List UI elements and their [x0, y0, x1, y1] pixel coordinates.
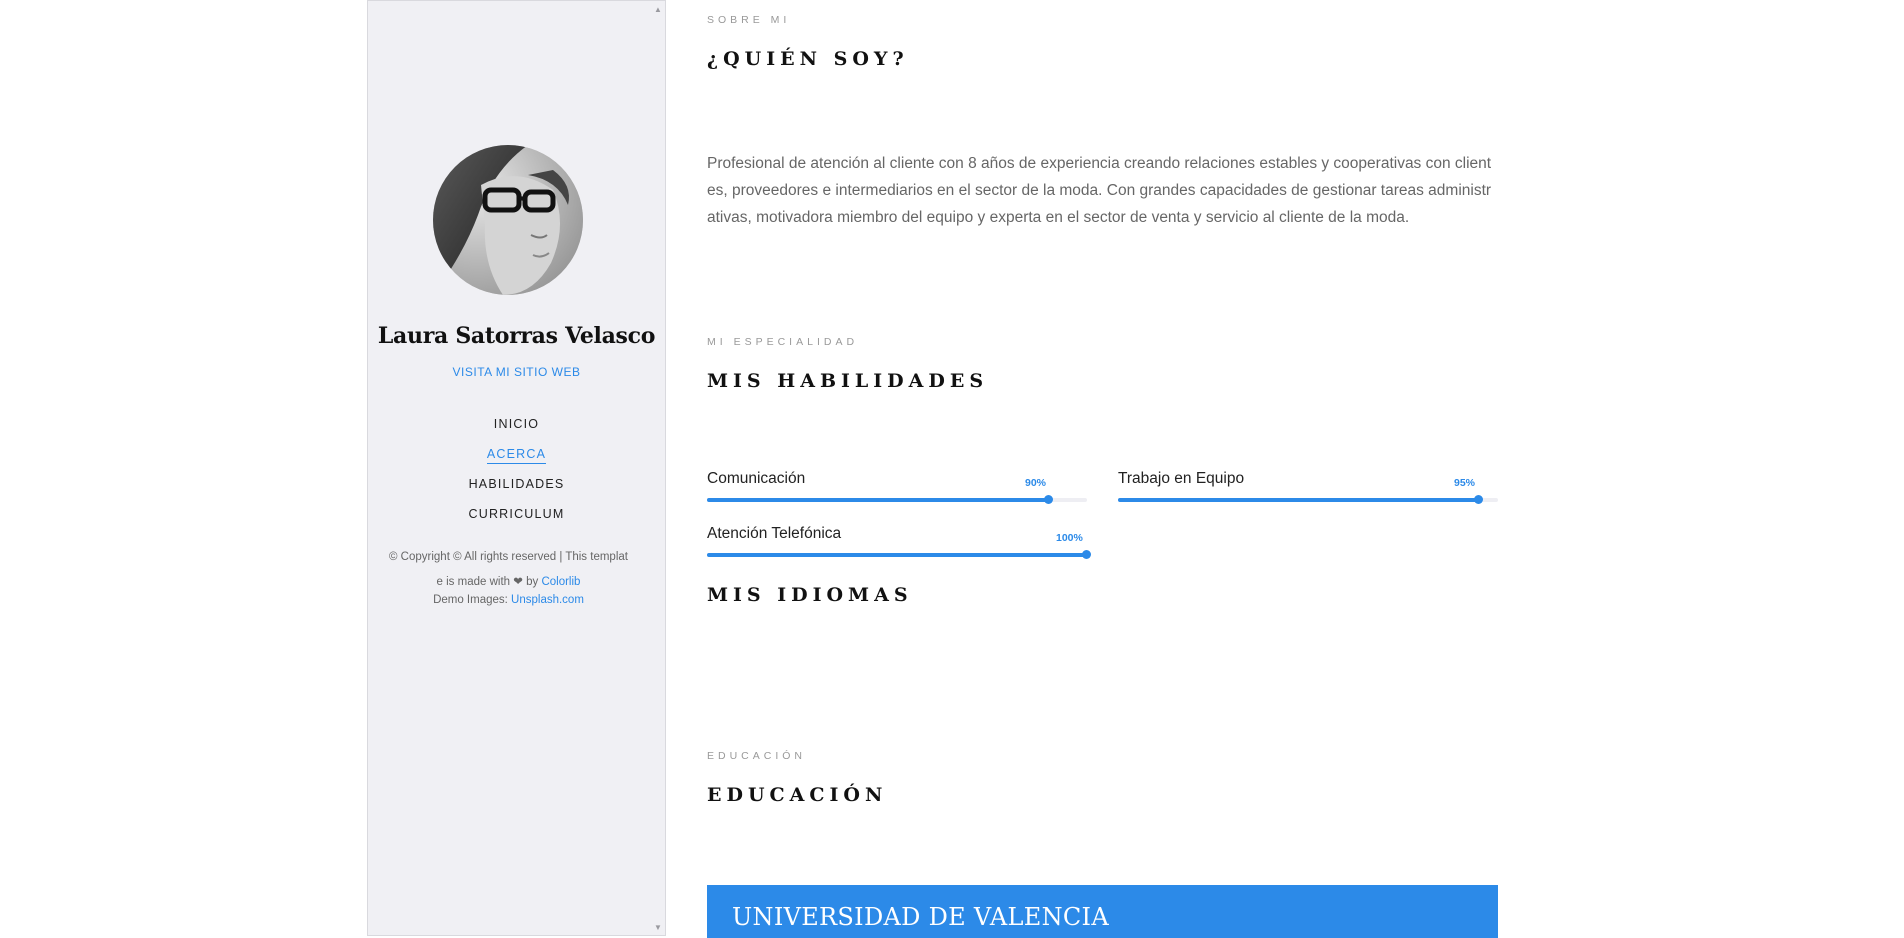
skill-label: Comunicación [707, 470, 806, 487]
education-title: EDUCACIÓN [707, 784, 888, 806]
skill-fill [707, 498, 1049, 502]
nav-item-label[interactable]: CURRICULUM [468, 507, 564, 523]
copyright-text: © Copyright © All rights reserved | This… [389, 551, 628, 588]
skill-track [707, 495, 1087, 504]
skill-percent: 100% [1056, 532, 1083, 544]
nav-item-label[interactable]: ACERCA [486, 447, 547, 464]
sidebar-nav: INICIO ACERCA HABILIDADES CURRICULUM [368, 416, 665, 536]
sidebar-footer: © Copyright © All rights reserved | This… [386, 545, 631, 609]
skill-fill [707, 553, 1087, 557]
skill-track [1118, 495, 1498, 504]
skill-fill [1118, 498, 1479, 502]
about-body: Profesional de atención al cliente con 8… [707, 155, 1492, 226]
skill-track [707, 550, 1091, 559]
education-card-title: UNIVERSIDAD DE VALENCIA [732, 903, 1109, 931]
nav-item-inicio[interactable]: INICIO [368, 416, 665, 446]
skill-percent: 95% [1454, 477, 1476, 489]
nav-item-curriculum[interactable]: CURRICULUM [368, 506, 665, 536]
avatar [433, 145, 583, 295]
visit-website-link[interactable]: VISITA MI SITIO WEB [368, 365, 665, 379]
scroll-down-arrow-icon[interactable]: ▼ [653, 923, 663, 933]
about-eyebrow: SOBRE MI [707, 14, 791, 26]
skill-knob [1474, 495, 1483, 504]
skills-eyebrow: MI ESPECIALIDAD [707, 336, 859, 348]
nav-item-label[interactable]: HABILIDADES [469, 477, 565, 493]
skill-trabajo-en-equipo: Trabajo en Equipo 95% [1118, 470, 1498, 508]
skill-knob [1082, 550, 1091, 559]
profile-name: Laura Satorras Velasco [377, 323, 656, 349]
skill-label: Trabajo en Equipo [1118, 470, 1245, 487]
unsplash-link[interactable]: Unsplash.com [511, 594, 584, 606]
colorlib-link[interactable]: Colorlib [541, 576, 580, 588]
education-eyebrow: EDUCACIÓN [707, 750, 807, 762]
skills-title: MIS HABILIDADES [707, 370, 989, 392]
languages-title: MIS IDIOMAS [707, 584, 913, 606]
skill-atencion-telefonica: Atención Telefónica 100% [707, 525, 1091, 563]
skill-comunicacion: Comunicación 90% [707, 470, 1087, 508]
by-text: by [526, 576, 539, 588]
nav-item-habilidades[interactable]: HABILIDADES [368, 476, 665, 506]
skill-knob [1044, 495, 1053, 504]
about-title: ¿QUIÉN SOY? [707, 48, 909, 70]
education-card: UNIVERSIDAD DE VALENCIA [707, 885, 1498, 938]
skill-label: Atención Telefónica [707, 525, 842, 542]
demo-images-label: Demo Images: [433, 594, 508, 606]
nav-item-acerca[interactable]: ACERCA [368, 446, 665, 476]
scroll-up-arrow-icon[interactable]: ▲ [653, 5, 663, 15]
heart-icon: ❤ [513, 576, 523, 588]
sidebar: ▲ Laura Satorras Velasco VISITA MI SITIO… [367, 0, 666, 936]
skill-percent: 90% [1025, 477, 1047, 489]
nav-item-label[interactable]: INICIO [494, 417, 539, 433]
